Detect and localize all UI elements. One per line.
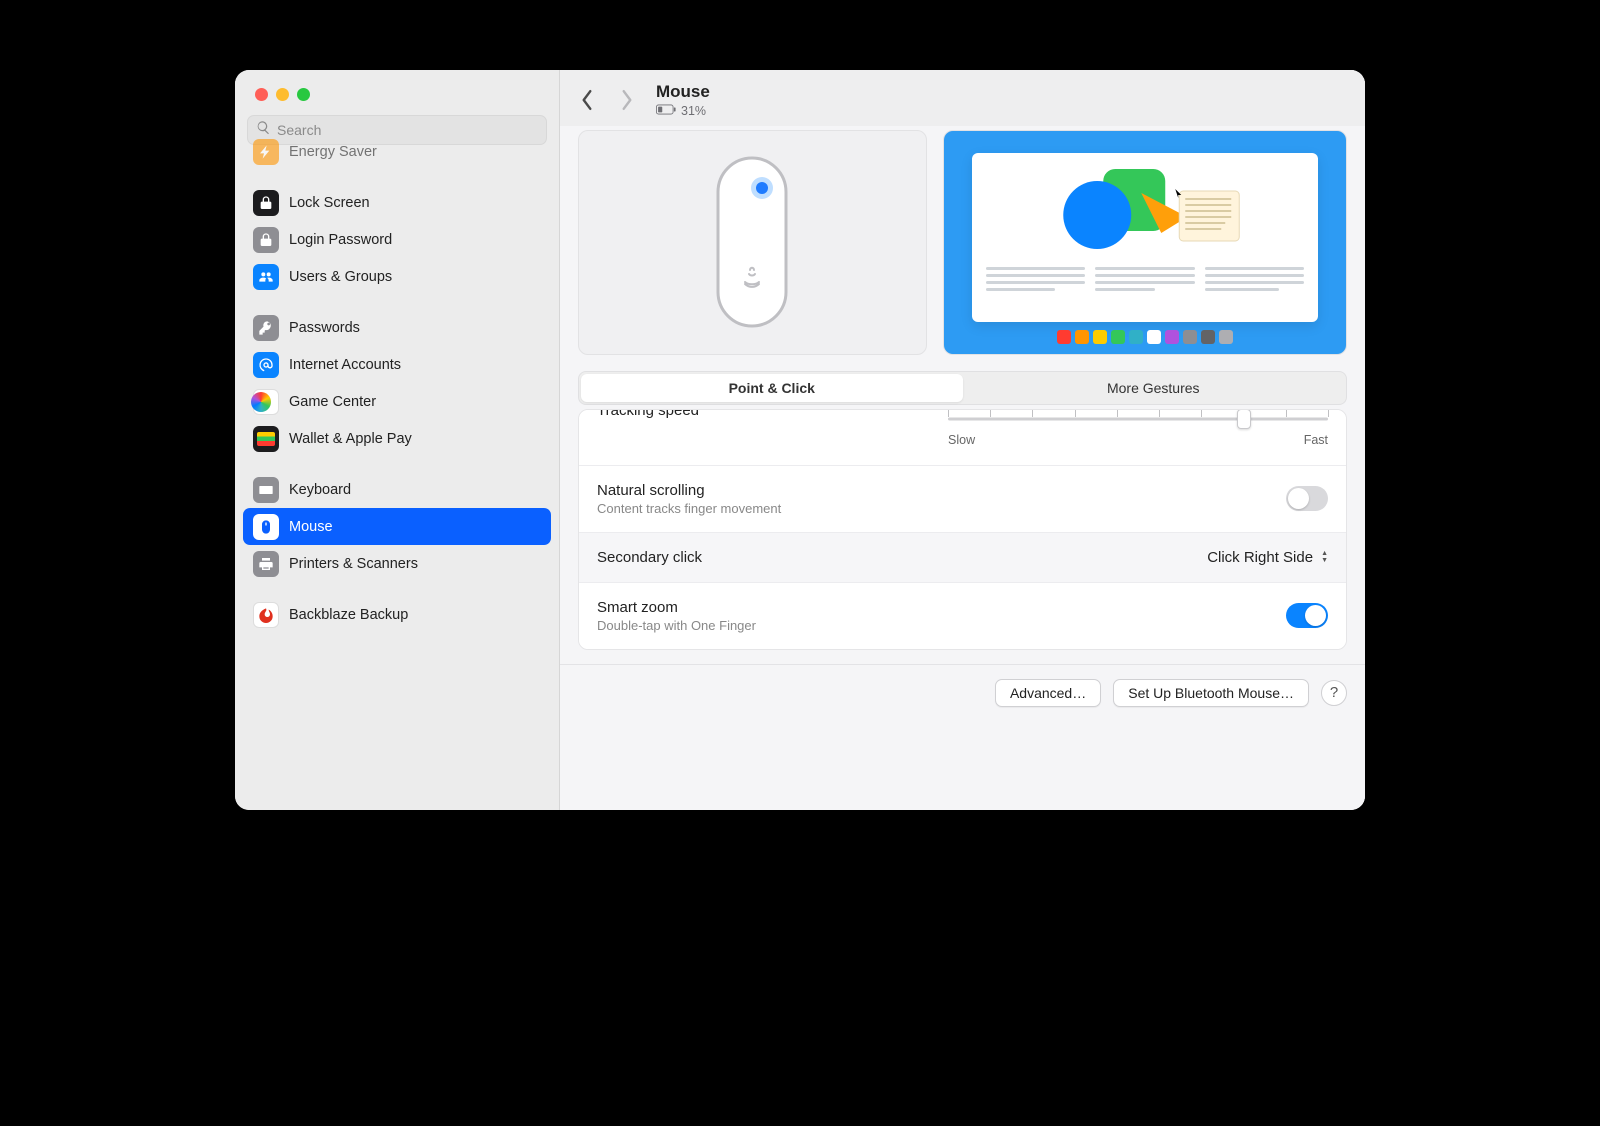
- natural-scrolling-toggle[interactable]: [1286, 486, 1328, 511]
- row-secondary-click: Secondary click Click Right Side ▲▼: [579, 533, 1346, 583]
- sidebar-item-login-password[interactable]: Login Password: [243, 221, 551, 258]
- sidebar: Energy Saver Lock Screen Login Password: [235, 70, 560, 810]
- keyboard-icon: [253, 477, 279, 503]
- secondary-click-popup[interactable]: Click Right Side ▲▼: [1207, 549, 1328, 566]
- users-groups-icon: [253, 264, 279, 290]
- sidebar-item-keyboard[interactable]: Keyboard: [243, 471, 551, 508]
- sidebar-item-label: Energy Saver: [289, 144, 377, 160]
- gesture-preview-window: [972, 153, 1319, 322]
- sidebar-item-label: Mouse: [289, 519, 333, 535]
- mouse-illustration: [712, 152, 792, 332]
- nav-back-button[interactable]: [580, 91, 598, 109]
- sidebar-item-label: Users & Groups: [289, 269, 392, 285]
- smart-zoom-toggle[interactable]: [1286, 603, 1328, 628]
- secondary-click-value: Click Right Side: [1207, 549, 1313, 566]
- help-button[interactable]: ?: [1321, 680, 1347, 706]
- battery-icon: [656, 104, 676, 118]
- settings-list: Tracking speed Slow Fast: [578, 409, 1347, 650]
- nav-forward-button[interactable]: [620, 91, 638, 109]
- tab-point-click[interactable]: Point & Click: [581, 374, 963, 402]
- footer-buttons: Advanced… Set Up Bluetooth Mouse… ?: [560, 664, 1365, 707]
- tab-bar: Point & Click More Gestures: [578, 371, 1347, 405]
- slider-fast-label: Fast: [1304, 433, 1328, 447]
- mouse-preview: [578, 130, 927, 355]
- sidebar-item-label: Keyboard: [289, 482, 351, 498]
- secondary-click-label: Secondary click: [597, 549, 1207, 566]
- sidebar-item-label: Login Password: [289, 232, 392, 248]
- sidebar-item-printers[interactable]: Printers & Scanners: [243, 545, 551, 582]
- smart-zoom-sublabel: Double-tap with One Finger: [597, 618, 1286, 633]
- smart-zoom-label: Smart zoom: [597, 599, 1286, 616]
- sidebar-separator: [243, 170, 551, 184]
- sidebar-separator: [243, 457, 551, 471]
- sidebar-item-label: Backblaze Backup: [289, 607, 408, 623]
- sidebar-item-label: Lock Screen: [289, 195, 370, 211]
- sidebar-item-label: Printers & Scanners: [289, 556, 418, 572]
- sidebar-item-wallet[interactable]: Wallet & Apple Pay: [243, 420, 551, 457]
- row-natural-scrolling: Natural scrolling Content tracks finger …: [579, 466, 1346, 533]
- energy-saver-icon: [253, 139, 279, 165]
- sidebar-item-game-center[interactable]: Game Center: [243, 383, 551, 420]
- mouse-icon: [253, 514, 279, 540]
- backblaze-icon: [253, 602, 279, 628]
- login-password-icon: [253, 227, 279, 253]
- sidebar-separator: [243, 295, 551, 309]
- advanced-button[interactable]: Advanced…: [995, 679, 1101, 707]
- sidebar-item-energy-saver[interactable]: Energy Saver: [243, 133, 551, 170]
- zoom-window-button[interactable]: [297, 88, 310, 101]
- sidebar-item-backblaze[interactable]: Backblaze Backup: [243, 596, 551, 633]
- sidebar-item-users-groups[interactable]: Users & Groups: [243, 258, 551, 295]
- main-pane: Mouse 31%: [560, 70, 1365, 810]
- sidebar-separator: [243, 582, 551, 596]
- up-down-icon: ▲▼: [1321, 550, 1328, 564]
- natural-scrolling-sublabel: Content tracks finger movement: [597, 501, 1286, 516]
- tab-more-gestures[interactable]: More Gestures: [963, 374, 1345, 402]
- at-sign-icon: [253, 352, 279, 378]
- sidebar-item-label: Wallet & Apple Pay: [289, 431, 412, 447]
- sidebar-list[interactable]: Energy Saver Lock Screen Login Password: [235, 131, 559, 653]
- row-smart-zoom: Smart zoom Double-tap with One Finger: [579, 583, 1346, 649]
- close-window-button[interactable]: [255, 88, 268, 101]
- battery-status: 31%: [656, 104, 710, 118]
- row-tracking-speed: Tracking speed Slow Fast: [579, 410, 1346, 466]
- battery-percent: 31%: [681, 104, 706, 118]
- preview-row: [578, 130, 1347, 355]
- toolbar: Mouse 31%: [560, 70, 1365, 126]
- minimize-window-button[interactable]: [276, 88, 289, 101]
- key-icon: [253, 315, 279, 341]
- sidebar-item-passwords[interactable]: Passwords: [243, 309, 551, 346]
- game-center-icon: [253, 389, 279, 415]
- wallet-icon: [253, 426, 279, 452]
- sidebar-item-internet-accounts[interactable]: Internet Accounts: [243, 346, 551, 383]
- system-settings-window: Energy Saver Lock Screen Login Password: [235, 70, 1365, 810]
- lock-icon: [253, 190, 279, 216]
- natural-scrolling-label: Natural scrolling: [597, 482, 1286, 499]
- sidebar-item-label: Internet Accounts: [289, 357, 401, 373]
- sidebar-item-lock-screen[interactable]: Lock Screen: [243, 184, 551, 221]
- gesture-preview: [943, 130, 1348, 355]
- sidebar-item-label: Passwords: [289, 320, 360, 336]
- window-traffic-lights: [235, 84, 559, 115]
- tracking-speed-slider[interactable]: [948, 410, 1328, 431]
- printers-icon: [253, 551, 279, 577]
- sidebar-item-label: Game Center: [289, 394, 376, 410]
- sidebar-item-mouse[interactable]: Mouse: [243, 508, 551, 545]
- setup-bluetooth-mouse-button[interactable]: Set Up Bluetooth Mouse…: [1113, 679, 1309, 707]
- gesture-preview-dock: [972, 330, 1319, 344]
- page-title: Mouse: [656, 82, 710, 102]
- slider-slow-label: Slow: [948, 433, 975, 447]
- content-scroll[interactable]: Point & Click More Gestures Tracking spe…: [560, 126, 1365, 810]
